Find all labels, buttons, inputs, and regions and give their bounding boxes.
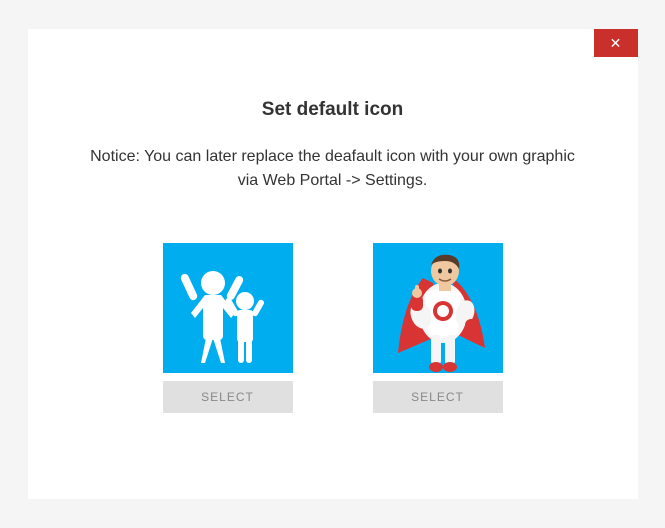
select-button-superhero[interactable]: SELECT [373,381,503,413]
icon-option-superhero: SELECT [373,243,503,413]
close-icon: ✕ [610,35,622,52]
superhero-icon [373,243,503,373]
dialog-notice: Notice: You can later replace the deafau… [28,145,638,193]
family-silhouette-icon [163,243,293,373]
select-button-family[interactable]: SELECT [163,381,293,413]
icon-options: SELECT [28,243,638,413]
icon-option-family: SELECT [163,243,293,413]
dialog-window: ✕ Set default icon Notice: You can later… [28,29,638,499]
dialog-title: Set default icon [28,99,638,121]
dialog-content: Set default icon Notice: You can later r… [28,29,638,413]
close-button[interactable]: ✕ [594,29,638,57]
